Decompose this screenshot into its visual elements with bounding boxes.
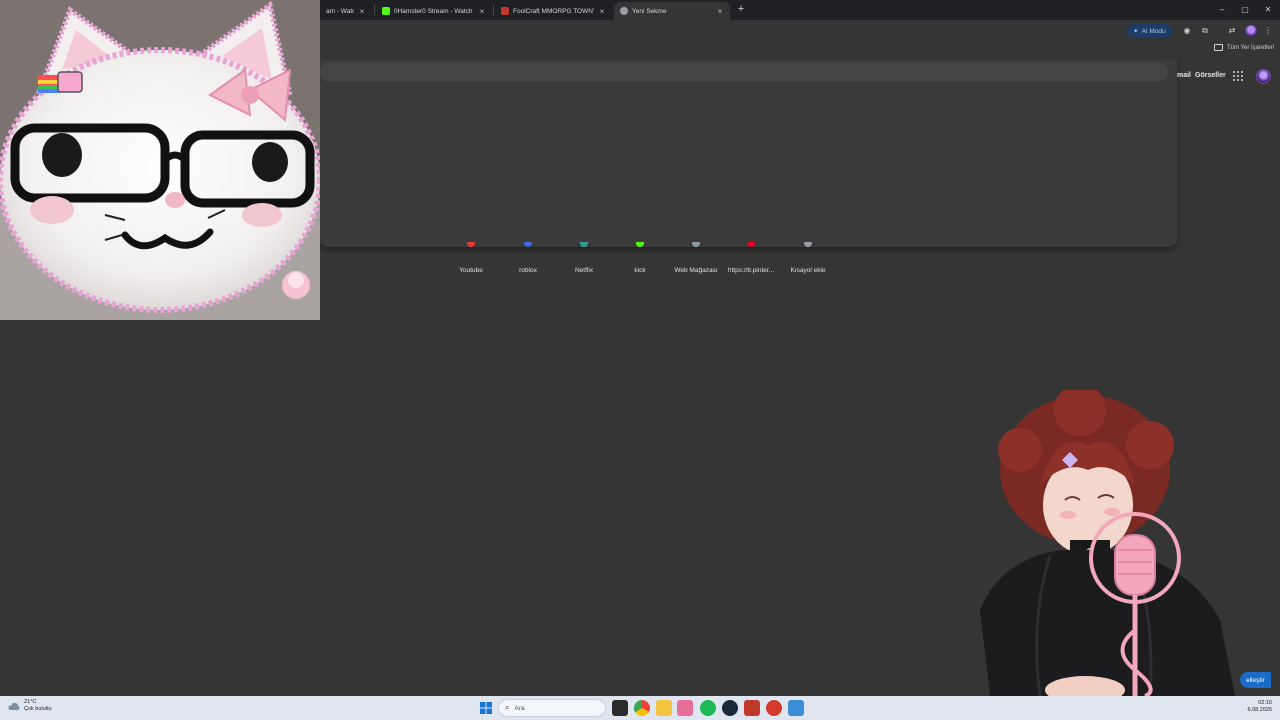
shortcut-kick[interactable]: kick — [610, 240, 670, 276]
webcam-overlay — [0, 0, 320, 320]
file-explorer-icon[interactable] — [656, 700, 672, 716]
omnibox-dropdown — [320, 59, 1177, 247]
apps-grid-icon[interactable] — [1233, 71, 1243, 81]
shortcut-roblox[interactable]: roblox — [498, 240, 558, 276]
tab-title: 0Hamster0 Stream - Watch Liv — [394, 7, 474, 15]
valorant-icon[interactable] — [744, 700, 760, 716]
search-input[interactable] — [320, 62, 1168, 82]
minimize-button[interactable]: – — [1212, 2, 1232, 18]
shortcut-label: kick — [634, 267, 646, 274]
web-store-icon — [692, 242, 700, 247]
pinterest-icon — [747, 242, 755, 247]
images-link[interactable]: Görseller — [1195, 72, 1226, 79]
weather-description: Çok bulutlu — [24, 706, 52, 712]
close-window-button[interactable]: ✕ — [1258, 2, 1278, 18]
discord-icon[interactable] — [677, 700, 693, 716]
shortcut-netflix[interactable]: Netflix — [554, 240, 614, 276]
extension-icon[interactable]: ◉ — [1181, 25, 1193, 37]
spotify-icon[interactable] — [700, 700, 716, 716]
tab-title: Yeni Sekme — [632, 7, 667, 15]
shortcut-label: Kısayol ekle — [790, 267, 826, 274]
vtuber-character-image — [980, 384, 1235, 704]
google-account-avatar[interactable] — [1256, 69, 1271, 84]
shortcut-youtube[interactable]: Youtube — [441, 240, 501, 276]
netflix-icon — [580, 242, 588, 247]
all-bookmarks-button[interactable]: Tüm Yer İşaretleri — [1214, 44, 1274, 51]
tab-divider — [493, 5, 494, 15]
kick-favicon-icon — [382, 7, 390, 15]
menu-dots-icon[interactable]: ⋮ — [1262, 25, 1274, 37]
shortcut-label: Netflix — [574, 267, 594, 274]
close-tab-icon[interactable]: × — [716, 7, 724, 16]
chrome-icon[interactable] — [634, 700, 650, 716]
shortcut-add[interactable]: Kısayol ekle — [778, 240, 838, 276]
taskbar-search-placeholder: Ara — [514, 704, 525, 712]
ai-sparkle-icon: ✦ — [1133, 28, 1139, 35]
cat-plush-image — [0, 0, 320, 320]
shortcut-label: roblox — [519, 267, 537, 274]
weather-temperature: 21°C — [24, 699, 37, 705]
foolcraft-favicon-icon — [501, 7, 509, 15]
app-icon[interactable] — [788, 700, 804, 716]
roblox-icon — [524, 242, 532, 247]
cloud-icon — [8, 702, 20, 710]
start-windows-icon[interactable] — [478, 700, 494, 716]
shortcut-label: https://tr.pinter... — [727, 267, 775, 274]
tab-divider — [374, 5, 375, 15]
clock-date: 6.08.2026 — [1247, 707, 1272, 713]
plus-icon — [804, 242, 812, 247]
search-icon: ⌕ — [505, 703, 510, 712]
vtuber-avatar-overlay — [960, 384, 1260, 704]
new-tab-button[interactable]: + — [735, 3, 747, 15]
weather-widget[interactable]: 21°C Çok bulutlu — [8, 699, 52, 713]
tab-foolcraft[interactable]: FoolCraft MMORPG TOWNY | × — [495, 2, 612, 20]
folder-icon — [1214, 44, 1223, 51]
close-tab-icon[interactable]: × — [478, 7, 486, 16]
close-tab-icon[interactable]: × — [358, 7, 366, 16]
cast-icon[interactable]: ⇄ — [1226, 25, 1238, 37]
all-bookmarks-label: Tüm Yer İşaretleri — [1227, 44, 1275, 51]
shortcut-label: Web Mağazası — [674, 267, 718, 274]
obs-icon[interactable] — [766, 700, 782, 716]
shortcut-pinterest[interactable]: https://tr.pinter... — [721, 240, 781, 276]
tab-new-tab[interactable]: Yeni Sekme × — [614, 2, 730, 20]
puzzle-icon[interactable]: ⧉ — [1199, 25, 1211, 37]
close-tab-icon[interactable]: × — [598, 7, 606, 16]
gmail-link[interactable]: mail — [1177, 72, 1191, 79]
shortcut-label: Youtube — [459, 267, 483, 274]
chrome-favicon-icon — [620, 7, 628, 15]
critique-button[interactable]: elleştir — [1240, 672, 1271, 688]
task-view-icon[interactable] — [612, 700, 628, 716]
tab-title: FoolCraft MMORPG TOWNY | — [513, 7, 594, 15]
clock-time: 02:16 — [1258, 700, 1272, 706]
shortcut-web-store[interactable]: Web Mağazası — [666, 240, 726, 276]
maximize-button[interactable]: ▢ — [1235, 2, 1255, 18]
kick-icon — [636, 242, 644, 247]
windows-taskbar: 21°C Çok bulutlu ⌕ Ara 02:16 6.08.2026 — [0, 696, 1280, 720]
taskbar-search[interactable]: ⌕ Ara — [498, 699, 606, 717]
system-clock[interactable]: 02:16 6.08.2026 — [1238, 700, 1272, 714]
ai-mode-label: AI Modu — [1141, 27, 1166, 35]
profile-avatar[interactable] — [1245, 25, 1257, 37]
tab-kick[interactable]: 0Hamster0 Stream - Watch Liv × — [376, 2, 492, 20]
youtube-icon — [467, 242, 475, 247]
steam-icon[interactable] — [722, 700, 738, 716]
ai-mode-button[interactable]: ✦ AI Modu — [1127, 24, 1172, 38]
